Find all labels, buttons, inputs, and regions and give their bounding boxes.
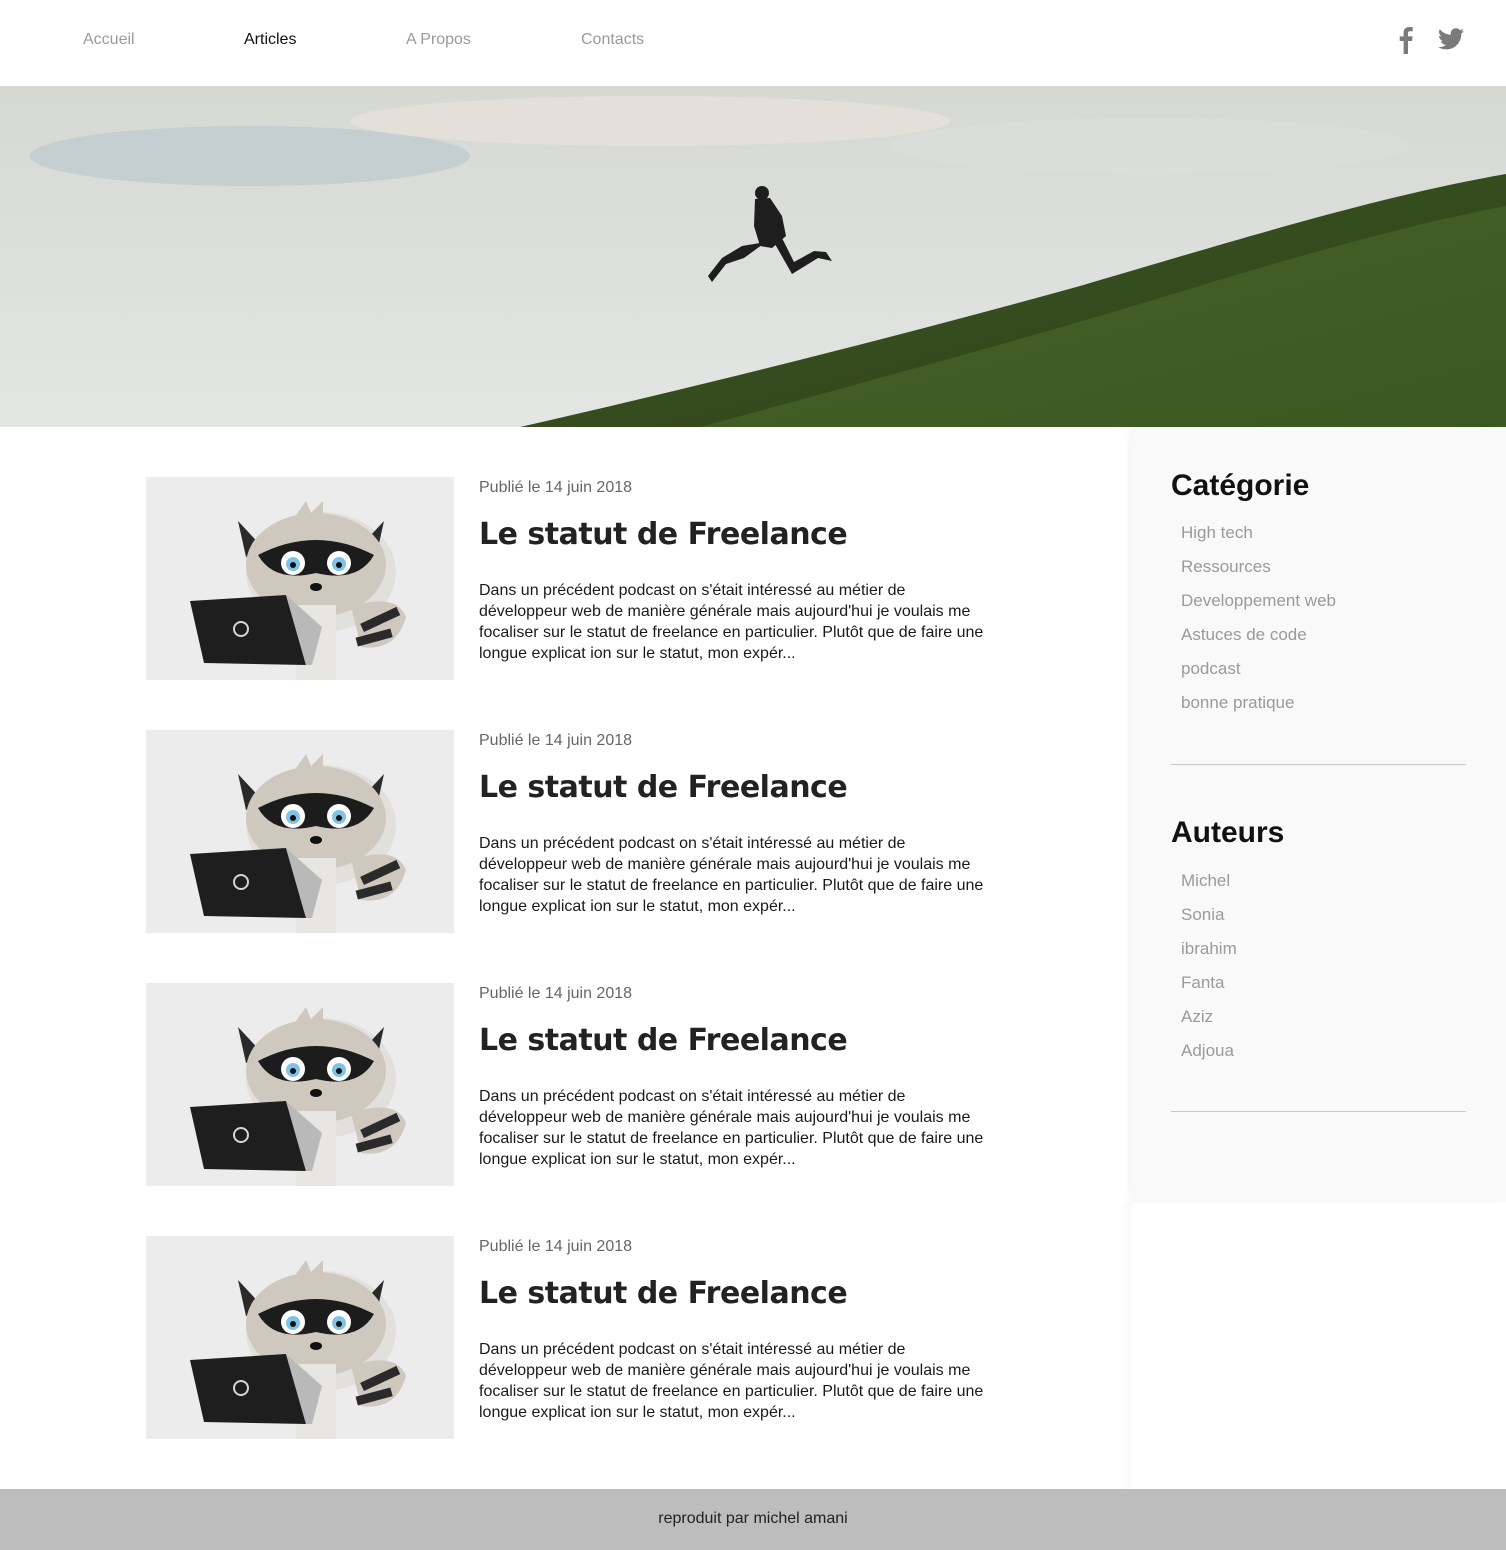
article-card[interactable]: Publié le 14 juin 2018 Le statut de Free… bbox=[146, 730, 1046, 933]
article-title[interactable]: Le statut de Freelance bbox=[479, 1274, 848, 1314]
raccoon-illustration bbox=[146, 730, 454, 933]
hero-image bbox=[0, 86, 1506, 427]
article-excerpt: Dans un précédent podcast on s'était int… bbox=[479, 582, 984, 662]
category-list: High tech Ressources Developpement web A… bbox=[1181, 522, 1336, 726]
article-title[interactable]: Le statut de Freelance bbox=[479, 1021, 848, 1061]
twitter-icon[interactable] bbox=[1438, 28, 1464, 50]
article-thumbnail[interactable] bbox=[146, 477, 454, 680]
divider bbox=[1171, 1111, 1466, 1112]
site-footer: reproduit par michel amani bbox=[0, 1489, 1506, 1550]
article-date: Publié le 14 juin 2018 bbox=[479, 985, 633, 1002]
author-list: Michel Sonia ibrahim Fanta Aziz Adjoua bbox=[1181, 870, 1237, 1074]
article-title[interactable]: Le statut de Freelance bbox=[479, 515, 848, 555]
author-item[interactable]: Michel bbox=[1181, 870, 1237, 904]
category-item[interactable]: Astuces de code bbox=[1181, 624, 1336, 658]
raccoon-illustration bbox=[146, 983, 454, 1186]
footer-credit: reproduit par michel amani bbox=[658, 1510, 848, 1527]
raccoon-illustration bbox=[146, 477, 454, 680]
article-thumbnail[interactable] bbox=[146, 730, 454, 933]
article-thumbnail[interactable] bbox=[146, 1236, 454, 1439]
author-item[interactable]: ibrahim bbox=[1181, 938, 1237, 972]
article-excerpt: Dans un précédent podcast on s'était int… bbox=[479, 835, 984, 915]
raccoon-illustration bbox=[146, 1236, 454, 1439]
article-card[interactable]: Publié le 14 juin 2018 Le statut de Free… bbox=[146, 477, 1046, 680]
article-excerpt: Dans un précédent podcast on s'était int… bbox=[479, 1341, 984, 1421]
category-item[interactable]: podcast bbox=[1181, 658, 1336, 692]
article-date: Publié le 14 juin 2018 bbox=[479, 732, 633, 749]
article-title[interactable]: Le statut de Freelance bbox=[479, 768, 848, 808]
site-header: Accueil Articles A Propos Contacts bbox=[0, 0, 1506, 86]
article-card[interactable]: Publié le 14 juin 2018 Le statut de Free… bbox=[146, 983, 1046, 1186]
category-item[interactable]: High tech bbox=[1181, 522, 1336, 556]
category-item[interactable]: bonne pratique bbox=[1181, 692, 1336, 726]
author-item[interactable]: Adjoua bbox=[1181, 1040, 1237, 1074]
author-item[interactable]: Fanta bbox=[1181, 972, 1237, 1006]
article-card[interactable]: Publié le 14 juin 2018 Le statut de Free… bbox=[146, 1236, 1046, 1439]
article-date: Publié le 14 juin 2018 bbox=[479, 1238, 633, 1255]
author-item[interactable]: Aziz bbox=[1181, 1006, 1237, 1040]
sidebar: Catégorie High tech Ressources Developpe… bbox=[1131, 427, 1506, 1202]
facebook-icon[interactable] bbox=[1398, 26, 1414, 54]
author-item[interactable]: Sonia bbox=[1181, 904, 1237, 938]
article-excerpt: Dans un précédent podcast on s'était int… bbox=[479, 1088, 984, 1168]
nav-articles[interactable]: Articles bbox=[244, 30, 296, 50]
nav-contacts[interactable]: Contacts bbox=[581, 30, 644, 50]
article-date: Publié le 14 juin 2018 bbox=[479, 479, 633, 496]
article-thumbnail[interactable] bbox=[146, 983, 454, 1186]
nav-accueil[interactable]: Accueil bbox=[83, 30, 135, 50]
divider bbox=[1171, 764, 1466, 765]
categories-title: Catégorie bbox=[1171, 469, 1310, 502]
authors-title: Auteurs bbox=[1171, 816, 1285, 849]
category-item[interactable]: Ressources bbox=[1181, 556, 1336, 590]
category-item[interactable]: Developpement web bbox=[1181, 590, 1336, 624]
nav-a-propos[interactable]: A Propos bbox=[406, 30, 471, 50]
sidebar-shadow bbox=[1119, 1202, 1131, 1489]
